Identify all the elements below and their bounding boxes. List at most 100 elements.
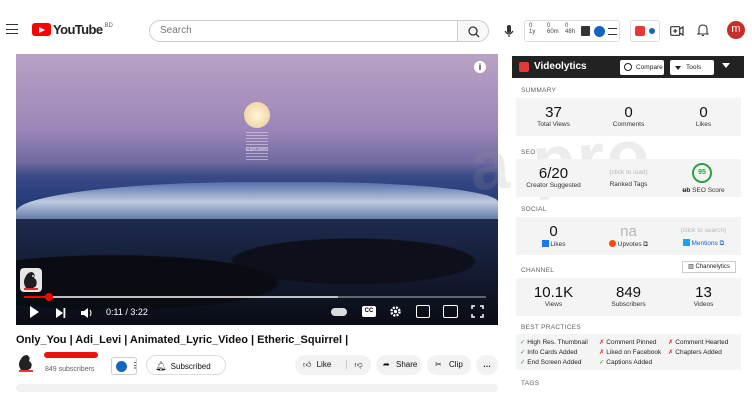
subscribed-label: Subscribed [170,362,211,371]
seo-score-label: ᵿb SEO Score [682,187,725,194]
gear-icon [390,306,401,317]
seo-ranked-tags[interactable]: (click to load) Ranked Tags [591,169,666,188]
avatar[interactable]: m [727,21,745,39]
channel-section-label: CHANNEL [521,267,555,274]
volume-button[interactable] [81,306,93,318]
time-display: 0:11 / 3:22 [106,307,148,317]
best-practice-text: Liked on Facebook [606,349,662,356]
progress-bar[interactable] [24,293,486,301]
bell-icon [696,24,710,37]
kebab-icon: ⋮ [131,361,139,370]
ext-doc-icon[interactable] [581,26,590,36]
ext-stat-3: 0 48h [565,23,576,35]
search-input[interactable]: Search [149,20,457,42]
compare-icon [624,63,632,71]
clip-button[interactable]: ✂ Clip [427,355,471,375]
search-button[interactable] [457,20,489,42]
best-practice-text: Comment Pinned [606,339,657,346]
compare-label: Compare [636,64,663,71]
seo-section-label: SEO [521,149,536,156]
like-button[interactable]: 👍︎ Like 👎︎ [295,355,371,375]
next-icon [56,308,66,318]
progress-buffered [24,296,339,298]
collapse-chevron-icon[interactable] [722,63,730,68]
channel-subscribers: 849 Subscribers [611,284,646,308]
volume-icon [81,308,92,318]
channel-name-redacted[interactable] [44,352,98,358]
share-icon: ➦ [383,360,390,369]
compare-button[interactable]: Compare [620,60,664,75]
reddit-icon [608,240,616,247]
tools-caret-icon [675,66,681,70]
summary-section-label: SUMMARY [521,87,557,94]
channel-card: 10.1K Views 849 Subscribers 13 Videos [516,278,741,316]
best-practice-item: ✗ Liked on Facebook [599,348,661,356]
youtube-logo[interactable]: YouTube BD [32,22,113,37]
ext-stat-2: 0 60m [547,23,559,35]
create-video-icon [670,25,684,37]
thumbs-down-icon[interactable]: 👎︎ [345,360,363,369]
miniplayer-icon[interactable] [416,305,430,318]
video-frame-wave [16,182,498,222]
summary-likes: 0 Likes [695,104,712,128]
extension-globe-icon [116,361,127,372]
video-player[interactable]: ig goe stomy [16,54,498,325]
extension-stats-widget[interactable]: 0 1y 0 60m 0 48h [524,20,620,42]
menu-icon[interactable] [6,24,18,34]
channel-avatar[interactable] [16,352,36,374]
channelytics-button[interactable]: ▥ Channelytics [682,261,736,273]
channel-extension-button[interactable]: ⋮ [111,357,139,375]
scissors-icon: ✂ [435,360,442,369]
share-label: Share [396,360,418,369]
fullscreen-button[interactable] [471,305,484,323]
channel-videos: 13 Videos [693,284,714,308]
videolytics-extension-button[interactable] [630,20,660,42]
best-practice-text: Comment Hearted [675,339,729,346]
best-practice-item: ✗ Chapters Added [668,348,722,356]
info-icon[interactable]: i [474,61,486,73]
description-box[interactable] [16,384,498,392]
tools-button[interactable]: Tools [670,60,714,75]
create-button[interactable] [670,24,684,42]
video-frame-sun [244,102,270,128]
twitter-icon [682,239,690,246]
more-actions-button[interactable]: … [476,355,498,375]
logo-text: YouTube [53,22,103,37]
video-overlay-text: ig goe stomy [245,146,269,151]
seo-creator-suggested: 6/20 Creator Suggested [526,165,581,189]
microphone-button[interactable] [499,21,519,41]
best-practice-text: High Res. Thumbnail [527,339,588,346]
facebook-icon [541,240,549,247]
best-practice-item: ✗ Comment Pinned [599,338,657,346]
best-practice-text: Captions Added [606,359,653,366]
summary-comments: 0 Comments [612,104,645,128]
best-practice-text: Chapters Added [675,349,722,356]
tags-section-label: TAGS [521,380,540,387]
videolytics-title: Videolytics [534,61,587,72]
play-icon[interactable] [30,306,39,318]
notifications-button[interactable] [696,23,710,42]
next-button[interactable] [56,306,66,318]
channel-views: 10.1K Views [533,284,574,308]
autoplay-toggle[interactable] [331,308,347,316]
microphone-icon [504,25,514,37]
captions-icon[interactable]: CC [362,306,376,317]
country-code: BD [104,22,113,29]
ext-list-icon[interactable] [608,28,617,35]
social-upvotes[interactable]: na Upvotes ⧉ [591,223,666,249]
channel-watermark-icon [20,268,42,292]
tools-label: Tools [686,64,702,71]
best-practices-section-label: BEST PRACTICES [521,324,582,331]
social-likes: 0 Likes [516,223,591,248]
settings-button[interactable] [389,305,402,323]
subscriber-count: 849 subscribers [45,366,95,373]
videolytics-logo-icon [519,62,529,72]
clip-label: Clip [449,360,463,369]
ext-globe-icon[interactable] [594,26,605,37]
theater-mode-icon[interactable] [443,305,458,318]
seo-score-badge: 95 [692,163,712,183]
subscribed-button[interactable]: 🔔︎ Subscribed ⌵ [146,355,226,391]
share-button[interactable]: ➦ Share [376,355,422,375]
status-dot-icon [649,28,655,34]
social-mentions[interactable]: (click to search) Mentions ⧉ [666,227,741,248]
